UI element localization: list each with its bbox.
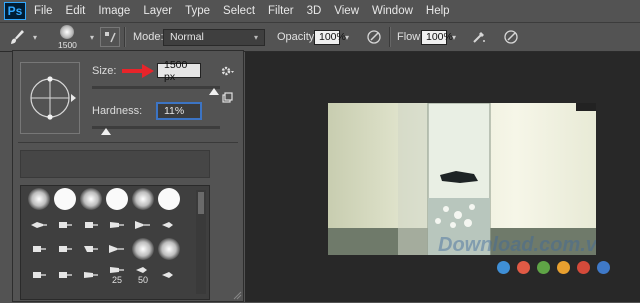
tool-preset-dropdown[interactable]: ▾ <box>28 29 42 45</box>
brush-tip-hard-round[interactable] <box>105 188 129 210</box>
chevron-down-icon: ▾ <box>253 32 258 42</box>
brush-tip-flat[interactable] <box>53 264 77 286</box>
brush-tip-preview-icon <box>60 24 75 39</box>
menu-window[interactable]: Window <box>372 5 413 17</box>
recent-brushes-strip <box>20 150 210 178</box>
resize-grip-icon[interactable] <box>232 290 242 300</box>
brush-angle-widget-icon <box>30 76 76 120</box>
menu-file[interactable]: File <box>34 5 53 17</box>
brush-tip-flat[interactable] <box>27 238 51 260</box>
brush-tip-pencil[interactable] <box>27 214 51 236</box>
brush-size-value: 1500 <box>58 39 77 50</box>
brush-preset-picker[interactable]: 1500 <box>58 23 77 51</box>
brush-tip-hard-round[interactable] <box>157 188 181 210</box>
menu-select[interactable]: Select <box>223 5 255 17</box>
gear-icon[interactable] <box>216 60 238 82</box>
brush-tip-flat[interactable] <box>79 214 103 236</box>
new-preset-icon[interactable] <box>216 87 238 109</box>
divider <box>389 27 391 47</box>
brush-tip-pointed[interactable] <box>157 214 181 236</box>
menu-layer[interactable]: Layer <box>143 5 172 17</box>
watermark-dots <box>497 261 617 274</box>
brush-tip-soft-round[interactable] <box>131 188 155 210</box>
brush-tip-fan[interactable] <box>105 238 129 260</box>
menu-view[interactable]: View <box>334 5 359 17</box>
brush-tip-soft-round[interactable] <box>157 238 181 260</box>
brush-tip-soft-round[interactable] <box>131 238 155 260</box>
brush-tip-hard-round[interactable] <box>53 188 77 210</box>
pressure-size-icon[interactable] <box>500 26 522 48</box>
watermark-dot <box>597 261 610 274</box>
hardness-label: Hardness: <box>92 105 143 117</box>
size-input[interactable]: 1500 px <box>157 59 201 83</box>
brush-panel-toggle-icon[interactable] <box>100 27 120 47</box>
watermark-dot <box>517 261 530 274</box>
flow-label: Flow: <box>397 31 424 43</box>
brush-grid-scrollbar[interactable] <box>196 190 206 294</box>
blend-mode-value: Normal <box>170 31 204 43</box>
brush-preset-dropdown[interactable]: ▾ <box>85 29 99 45</box>
brush-size-number: 50 <box>137 275 148 285</box>
brush-tip-pointed[interactable] <box>157 264 181 286</box>
brush-tool-icon[interactable] <box>6 26 28 48</box>
document-image[interactable]: Download.com.vn <box>328 103 596 255</box>
brush-tip-flat[interactable] <box>53 214 77 236</box>
menu-filter[interactable]: Filter <box>268 5 294 17</box>
brush-size-number: 25 <box>111 275 122 285</box>
blend-mode-select[interactable]: Normal ▾ <box>163 28 265 46</box>
brush-tip-flat[interactable] <box>53 238 77 260</box>
brush-tip-flat[interactable] <box>27 264 51 286</box>
brush-tip-bristle[interactable] <box>79 264 103 286</box>
airbrush-icon[interactable] <box>468 26 490 48</box>
watermark-dot <box>497 261 510 274</box>
mode-label: Mode: <box>133 31 164 43</box>
brush-tip-preview[interactable] <box>20 62 80 134</box>
photoshop-logo[interactable]: Ps <box>4 2 26 20</box>
watermark-dot <box>537 261 550 274</box>
flow-slider-dropdown[interactable]: ▾ <box>447 29 461 45</box>
flow-input[interactable]: 100% <box>421 29 453 45</box>
brush-tip-grid: 25 50 <box>20 185 210 300</box>
size-label: Size: <box>92 65 117 77</box>
menu-edit[interactable]: Edit <box>66 5 86 17</box>
brush-tip-fan[interactable] <box>131 214 155 236</box>
scrollbar-thumb[interactable] <box>198 192 204 214</box>
menu-bar: Ps File Edit Image Layer Type Select Fil… <box>0 0 640 22</box>
size-slider-track[interactable] <box>92 86 220 89</box>
menu-image[interactable]: Image <box>98 5 130 17</box>
hardness-input[interactable]: 11% <box>156 102 202 120</box>
brush-tip-50[interactable]: 50 <box>131 260 155 290</box>
divider <box>18 142 238 143</box>
brush-tip-bristle[interactable] <box>105 214 129 236</box>
menu-help[interactable]: Help <box>426 5 450 17</box>
brush-tip-soft-round[interactable] <box>79 188 103 210</box>
brush-tip-25[interactable]: 25 <box>105 260 129 290</box>
divider <box>124 27 126 47</box>
hardness-slider-track[interactable] <box>92 126 220 129</box>
opacity-input[interactable]: 100% <box>314 29 346 45</box>
watermark-dot <box>577 261 590 274</box>
svg-text:Download.com.vn: Download.com.vn <box>438 234 596 255</box>
red-arrow-icon <box>122 64 154 78</box>
hardness-slider-thumb[interactable] <box>101 128 112 135</box>
opacity-label: Opacity: <box>277 31 318 43</box>
brush-tip-soft-round[interactable] <box>27 188 51 210</box>
watermark-dot <box>557 261 570 274</box>
opacity-slider-dropdown[interactable]: ▾ <box>340 29 354 45</box>
menu-type[interactable]: Type <box>185 5 210 17</box>
pressure-opacity-icon[interactable] <box>363 26 385 48</box>
menu-3d[interactable]: 3D <box>307 5 322 17</box>
brush-tip-wedge[interactable] <box>79 238 103 260</box>
options-bar: ▾ 1500 ▾ Mode: Normal ▾ Opacity: 100% ▾ … <box>0 22 640 52</box>
glass-photo-icon: Download.com.vn <box>328 103 596 255</box>
